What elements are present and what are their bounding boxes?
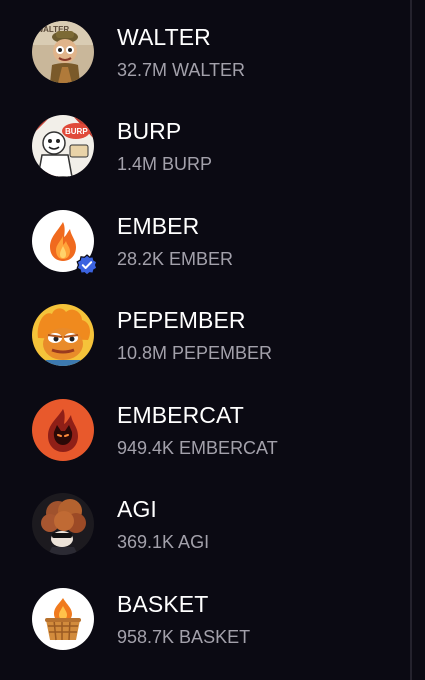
token-row-walter[interactable]: WALTER WALTER 32.7M WALTER [0,0,410,94]
svg-text:BURP: BURP [65,127,88,136]
agi-token-icon [32,493,94,555]
token-amount: 369.1K AGI [117,532,210,552]
embercat-token-icon [32,399,94,461]
token-name: WALTER [117,24,211,50]
walter-token-icon: WALTER [32,21,94,83]
token-name: BURP [117,118,182,144]
token-list: WALTER WALTER 32.7M WALTER BURP BURP 1.4… [0,0,410,680]
pepember-token-icon [32,304,94,366]
token-amount: 1.4M BURP [117,154,213,174]
burp-token-icon: BURP [32,115,94,177]
token-amount: 10.8M PEPEMBER [117,343,273,363]
token-row-pepember[interactable]: PEPEMBER 10.8M PEPEMBER [0,283,410,377]
scrollbar-track[interactable] [410,0,412,680]
token-amount: 32.7M WALTER [117,60,246,80]
token-name: PEPEMBER [117,307,246,333]
token-name: EMBER [117,213,200,239]
token-name: AGI [117,496,157,522]
token-name: BASKET [117,591,209,617]
token-row-ember[interactable]: EMBER 28.2K EMBER [0,189,410,283]
token-amount: 949.4K EMBERCAT [117,438,278,458]
token-amount: 958.7K BASKET [117,627,251,647]
token-row-basket[interactable]: BASKET 958.7K BASKET [0,567,410,661]
basket-token-icon [32,588,94,650]
verified-badge-icon [76,254,98,276]
token-name: EMBERCAT [117,402,244,428]
token-row-agi[interactable]: AGI 369.1K AGI [0,472,410,566]
token-row-burp[interactable]: BURP BURP 1.4M BURP [0,94,410,188]
token-row-embercat[interactable]: EMBERCAT 949.4K EMBERCAT [0,378,410,472]
token-amount: 28.2K EMBER [117,249,234,269]
